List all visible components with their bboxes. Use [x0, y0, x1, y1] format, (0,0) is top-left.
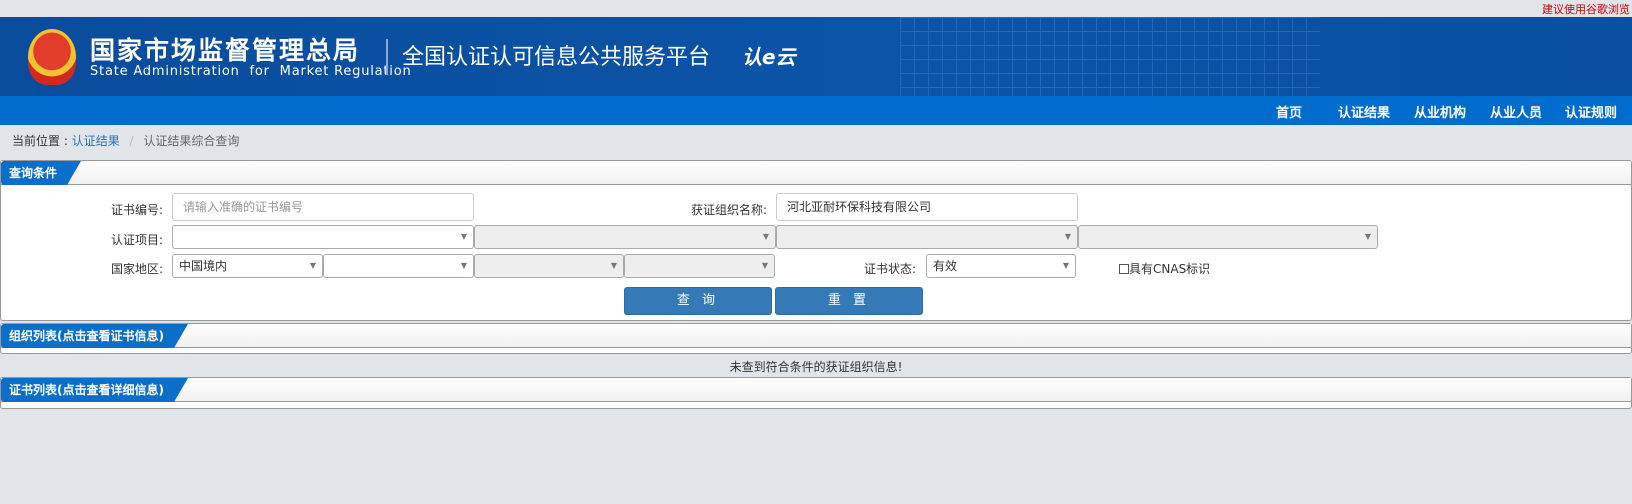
status-select[interactable]: 有效 ▼: [926, 254, 1076, 278]
browser-tip: 建议使用谷歌浏览: [1542, 3, 1630, 16]
breadcrumb-prefix: 当前位置 :: [12, 134, 68, 148]
chevron-down-icon: ▼: [762, 232, 769, 241]
breadcrumb-separator: /: [129, 134, 134, 148]
org-list-panel: 组织列表(点击查看证书信息): [0, 323, 1632, 354]
chevron-down-icon: ▼: [761, 261, 768, 270]
org-name-label: 获证组织名称:: [690, 203, 767, 217]
project-select-4[interactable]: ▼: [1078, 225, 1378, 249]
org-name-input[interactable]: 河北亚耐环保科技有限公司: [776, 193, 1078, 221]
empty-message: 未查到符合条件的获证组织信息!: [729, 360, 903, 374]
nav-home[interactable]: 首页: [1276, 102, 1302, 121]
chevron-down-icon: ▼: [460, 261, 467, 270]
main-nav: 首页 认证结果 从业机构 从业人员 认证规则: [0, 96, 1632, 125]
chevron-down-icon: ▼: [1062, 261, 1069, 270]
panel-title: 查询条件: [1, 161, 81, 185]
logo: 认e云: [742, 45, 796, 69]
region-label: 国家地区:: [110, 262, 163, 276]
panel-header: 证书列表(点击查看详细信息): [1, 378, 1631, 402]
cnas-checkbox-wrap[interactable]: 具有CNAS标识: [1119, 260, 1210, 277]
chevron-down-icon: ▼: [610, 261, 617, 270]
chevron-down-icon: ▼: [460, 232, 467, 241]
search-button[interactable]: 查 询: [624, 287, 772, 315]
cert-no-input[interactable]: 请输入准确的证书编号: [172, 193, 474, 221]
project-select-3[interactable]: ▼: [776, 225, 1078, 249]
breadcrumb-link[interactable]: 认证结果: [72, 134, 120, 148]
org-name-en: State Administration for Market Regulati…: [90, 64, 412, 79]
cnas-label: 具有CNAS标识: [1129, 262, 1211, 276]
platform-title: 全国认证认可信息公共服务平台: [402, 45, 711, 70]
panel-title: 证书列表(点击查看详细信息): [1, 378, 188, 402]
region-select-1-value: 中国境内: [179, 259, 228, 273]
chevron-down-icon: ▼: [309, 261, 316, 270]
cnas-checkbox[interactable]: [1119, 264, 1129, 274]
panel-header: 组织列表(点击查看证书信息): [1, 324, 1631, 348]
org-name-cn: 国家市场监督管理总局: [90, 36, 361, 65]
region-select-3[interactable]: ▼: [474, 254, 624, 278]
reset-button[interactable]: 重 置: [775, 287, 923, 315]
project-label: 认证项目:: [110, 233, 163, 247]
panel-header: 查询条件: [1, 161, 1631, 185]
status-select-value: 有效: [933, 259, 958, 273]
breadcrumb-current: 认证结果综合查询: [143, 134, 240, 148]
cert-no-label: 证书编号:: [110, 203, 163, 217]
cert-list-panel: 证书列表(点击查看详细信息): [0, 377, 1632, 409]
project-select-2[interactable]: ▼: [474, 225, 776, 249]
region-select-1[interactable]: 中国境内 ▼: [172, 254, 323, 278]
national-emblem-icon: [28, 29, 76, 85]
status-label: 证书状态:: [863, 262, 916, 276]
region-select-4[interactable]: ▼: [624, 254, 775, 278]
chevron-down-icon: ▼: [1364, 232, 1371, 241]
nav-cert-rules[interactable]: 认证规则: [1565, 102, 1617, 121]
query-panel: 查询条件 证书编号: 请输入准确的证书编号 获证组织名称: 河北亚耐环保科技有限…: [0, 160, 1632, 321]
header-banner: 国家市场监督管理总局 State Administration for Mark…: [0, 17, 1632, 96]
chevron-down-icon: ▼: [1064, 232, 1071, 241]
breadcrumb: 当前位置 : 认证结果 / 认证结果综合查询: [12, 132, 239, 149]
nav-institutions[interactable]: 从业机构: [1414, 102, 1466, 121]
region-select-2[interactable]: ▼: [323, 254, 474, 278]
cert-no-placeholder: 请输入准确的证书编号: [183, 200, 304, 214]
banner-pattern: [900, 17, 1320, 96]
nav-personnel[interactable]: 从业人员: [1490, 102, 1542, 121]
panel-title: 组织列表(点击查看证书信息): [1, 324, 188, 348]
project-select-1[interactable]: ▼: [172, 225, 474, 249]
header-divider: [386, 39, 388, 75]
top-bar: 建议使用谷歌浏览: [0, 0, 1632, 17]
nav-cert-results[interactable]: 认证结果: [1338, 102, 1390, 121]
